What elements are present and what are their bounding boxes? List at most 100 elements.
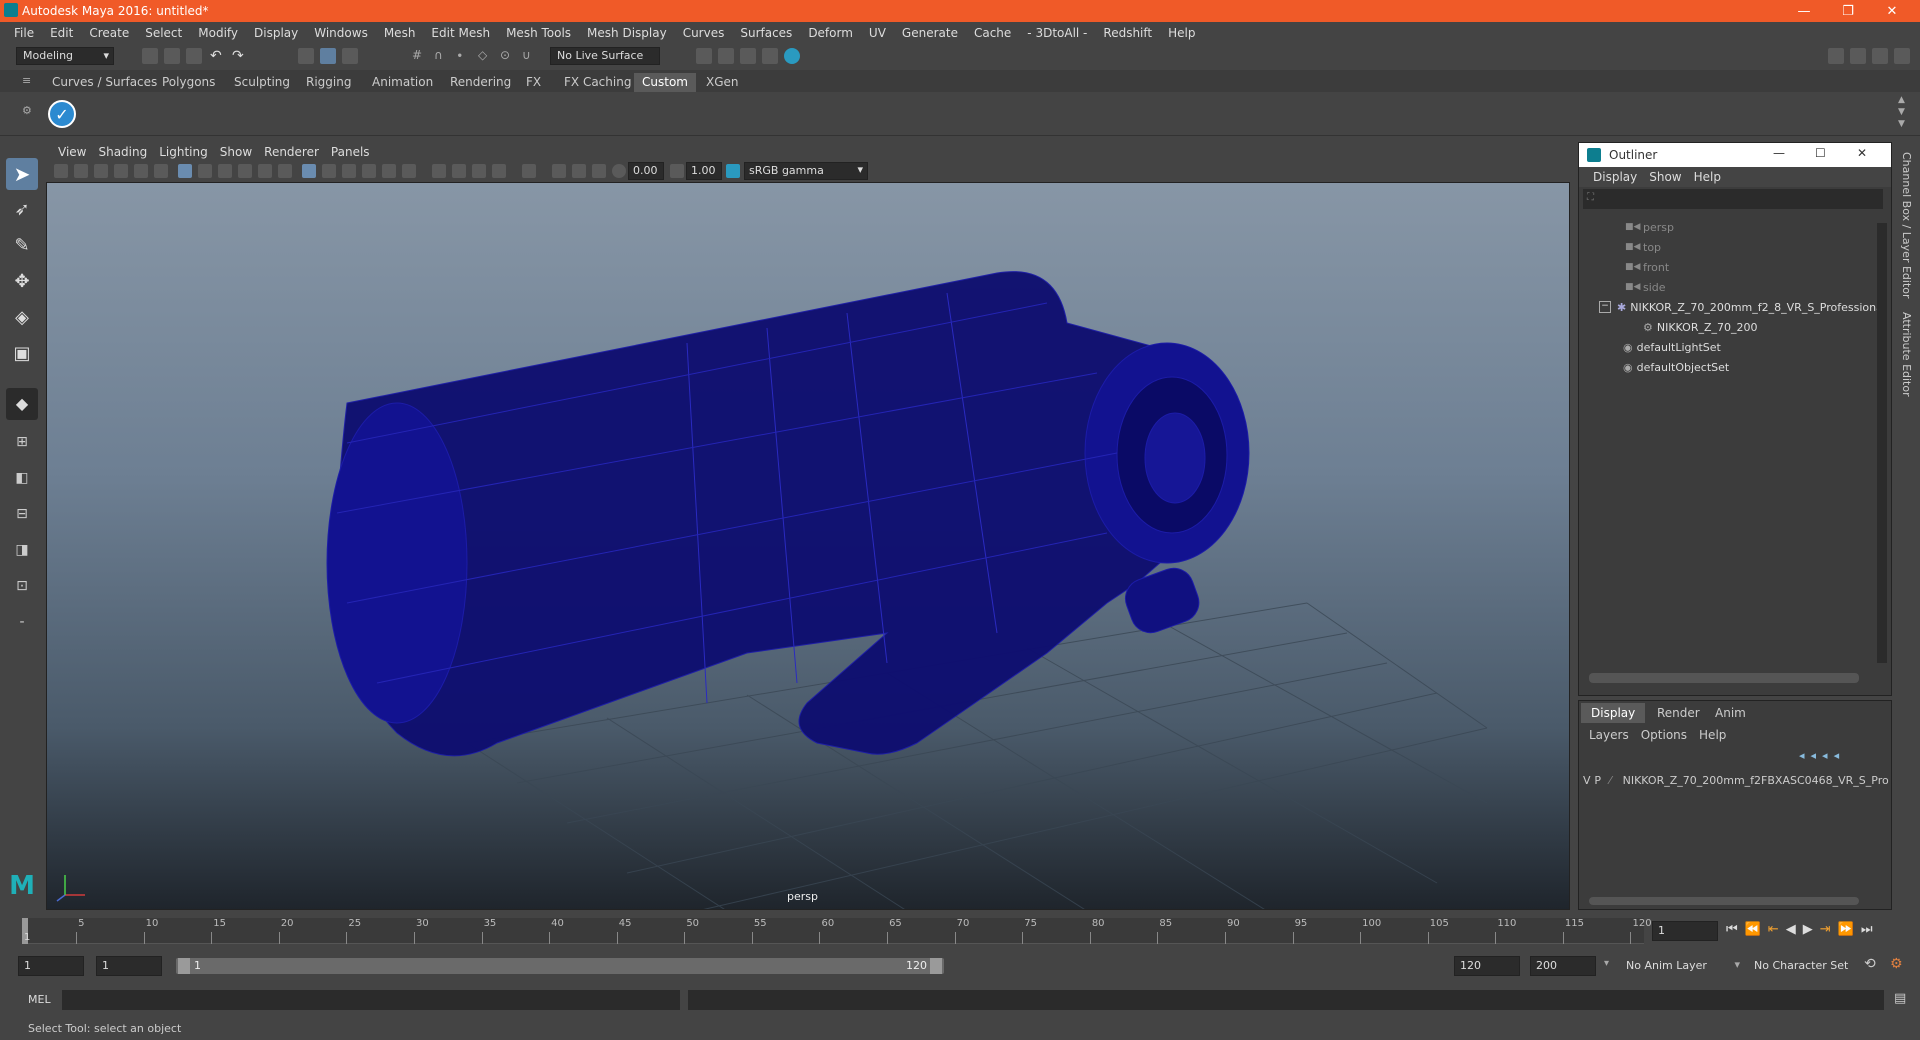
menu-curves[interactable]: Curves <box>675 26 733 40</box>
auto-key-icon[interactable]: ⟲ <box>1864 956 1876 972</box>
open-scene-icon[interactable] <box>164 48 180 64</box>
play-forwards-icon[interactable]: ▶ <box>1803 922 1820 937</box>
menu-redshift[interactable]: Redshift <box>1095 26 1160 40</box>
redo-icon[interactable]: ↷ <box>232 48 248 64</box>
play-backwards-icon[interactable]: ◀ <box>1786 922 1803 937</box>
outliner-menu-help[interactable]: Help <box>1688 170 1727 184</box>
scale-tool-icon[interactable]: ▣ <box>6 338 38 370</box>
shadows-icon[interactable] <box>432 164 446 178</box>
layer-tab-display[interactable]: Display <box>1581 703 1646 723</box>
menu-file[interactable]: File <box>6 26 42 40</box>
lasso-tool-icon[interactable]: ➶ <box>6 194 38 226</box>
attribute-editor-tab[interactable]: Attribute Editor <box>1900 312 1913 397</box>
bookmark-icon[interactable] <box>94 164 108 178</box>
default-material-icon[interactable] <box>342 164 356 178</box>
step-back-frame-icon[interactable]: ⇤ <box>1768 922 1786 937</box>
command-language-label[interactable]: MEL <box>28 993 51 1006</box>
layer-menu-help[interactable]: Help <box>1693 728 1732 742</box>
tool-settings-toggle-icon[interactable] <box>1872 48 1888 64</box>
outliner-menu-display[interactable]: Display <box>1587 170 1643 184</box>
script-editor-icon[interactable]: ▤ <box>1894 991 1906 1006</box>
range-slider-bar[interactable]: 1 120 <box>176 958 944 974</box>
xray-active-icon[interactable] <box>572 164 586 178</box>
step-forward-key-icon[interactable]: ⏩ <box>1838 922 1861 937</box>
four-view-layout-icon[interactable]: ⊞ <box>6 426 38 458</box>
render-view-icon[interactable] <box>718 48 734 64</box>
layer-visibility-toggle[interactable]: V <box>1583 774 1594 787</box>
menu-select[interactable]: Select <box>137 26 190 40</box>
shelf-tab-xgen[interactable]: XGen <box>698 73 747 92</box>
color-management-icon[interactable] <box>726 164 740 178</box>
two-view-layout-icon[interactable]: ◧ <box>6 462 38 494</box>
select-tool-icon[interactable]: ➤ <box>6 158 38 190</box>
toolbox-collapse-icon[interactable]: - <box>6 606 38 638</box>
collapse-icon[interactable]: − <box>1599 301 1611 313</box>
exposure-field[interactable]: 0.00 <box>628 162 664 180</box>
wireframe-on-shaded-icon[interactable] <box>362 164 376 178</box>
outliner-item-top[interactable]: ■◀ top <box>1625 237 1661 257</box>
outliner-maximize-icon[interactable]: ☐ <box>1815 146 1826 160</box>
color-space-dropdown[interactable]: sRGB gamma ▾ <box>744 162 868 180</box>
smooth-shade-icon[interactable] <box>322 164 336 178</box>
menu-deform[interactable]: Deform <box>800 26 861 40</box>
xray-icon[interactable] <box>552 164 566 178</box>
layer-menu-layers[interactable]: Layers <box>1583 728 1635 742</box>
layer-menu-options[interactable]: Options <box>1635 728 1693 742</box>
live-surface-field[interactable]: No Live Surface <box>550 47 660 65</box>
xray-joints-icon[interactable] <box>592 164 606 178</box>
outliner-item-lens-group[interactable]: − ✱ NIKKOR_Z_70_200mm_f2_8_VR_S_Professi… <box>1599 297 1886 317</box>
render-settings-icon[interactable] <box>696 48 712 64</box>
layer-color-swatch[interactable]: ⁄ <box>1609 774 1622 787</box>
exposure-icon[interactable] <box>612 164 626 178</box>
anim-layer-dropdown[interactable]: No Anim Layer ▾ <box>1622 956 1742 976</box>
time-slider[interactable]: 1 5 10 15 20 25 30 35 40 45 50 55 60 65 70 75 80 85 90 95 1… <box>0 916 1920 946</box>
gamma-field[interactable]: 1.00 <box>686 162 722 180</box>
grease-pencil-icon[interactable] <box>154 164 168 178</box>
select-hierarchy-icon[interactable] <box>298 48 314 64</box>
select-component-icon[interactable] <box>342 48 358 64</box>
range-start-handle[interactable] <box>178 958 190 974</box>
viewport-3d[interactable]: persp <box>46 182 1570 910</box>
layer-tab-render[interactable]: Render <box>1647 703 1710 723</box>
menu-uv[interactable]: UV <box>861 26 894 40</box>
ambient-occlusion-icon[interactable] <box>452 164 466 178</box>
range-end-handle[interactable] <box>930 958 942 974</box>
viewport-menu-panels[interactable]: Panels <box>325 145 376 159</box>
channel-box-toggle-icon[interactable] <box>1894 48 1910 64</box>
camera-select-icon[interactable] <box>54 164 68 178</box>
persp-outliner-layout-icon[interactable]: ◨ <box>6 534 38 566</box>
command-input[interactable] <box>62 990 680 1010</box>
outliner-search-field[interactable]: ⛶ <box>1583 189 1883 209</box>
snap-curve-icon[interactable]: ∩ <box>434 48 450 64</box>
menu-create[interactable]: Create <box>81 26 137 40</box>
menu-modify[interactable]: Modify <box>190 26 246 40</box>
single-view-layout-icon[interactable]: ◆ <box>6 388 38 420</box>
shelf-tab-rigging[interactable]: Rigging <box>298 73 359 92</box>
viewport-menu-lighting[interactable]: Lighting <box>153 145 214 159</box>
restore-icon[interactable]: ❐ <box>1826 0 1870 22</box>
snap-live-icon[interactable]: ⊙ <box>500 48 516 64</box>
resolution-gate-icon[interactable] <box>218 164 232 178</box>
menu-windows[interactable]: Windows <box>306 26 376 40</box>
playback-start-field[interactable]: 1 <box>96 956 162 976</box>
textured-icon[interactable] <box>382 164 396 178</box>
film-gate-icon[interactable] <box>198 164 212 178</box>
attribute-editor-toggle-icon[interactable] <box>1850 48 1866 64</box>
animation-preferences-icon[interactable]: ⚙ <box>1890 956 1903 972</box>
wireframe-icon[interactable] <box>302 164 316 178</box>
character-set-dropdown[interactable]: No Character Set <box>1750 956 1868 976</box>
menu-help[interactable]: Help <box>1160 26 1203 40</box>
field-chart-icon[interactable] <box>258 164 272 178</box>
outliner-item-front[interactable]: ■◀ front <box>1625 257 1669 277</box>
grid-icon[interactable] <box>178 164 192 178</box>
shelf-tab-rendering[interactable]: Rendering <box>442 73 519 92</box>
shelf-tab-curves-surfaces[interactable]: Curves / Surfaces <box>44 73 165 92</box>
checkmark-shelf-icon[interactable]: ✓ <box>48 100 76 128</box>
move-tool-icon[interactable]: ✥ <box>6 266 38 298</box>
shelf-gear-icon[interactable]: ⚙ <box>22 104 34 117</box>
outliner-menu-show[interactable]: Show <box>1643 170 1687 184</box>
layout-toggle-icon[interactable] <box>1828 48 1844 64</box>
layer-action-icons[interactable]: ◂◂◂◂ <box>1799 749 1889 765</box>
persp-graph-layout-icon[interactable]: ⊟ <box>6 498 38 530</box>
snap-grid-icon[interactable]: # <box>412 48 428 64</box>
